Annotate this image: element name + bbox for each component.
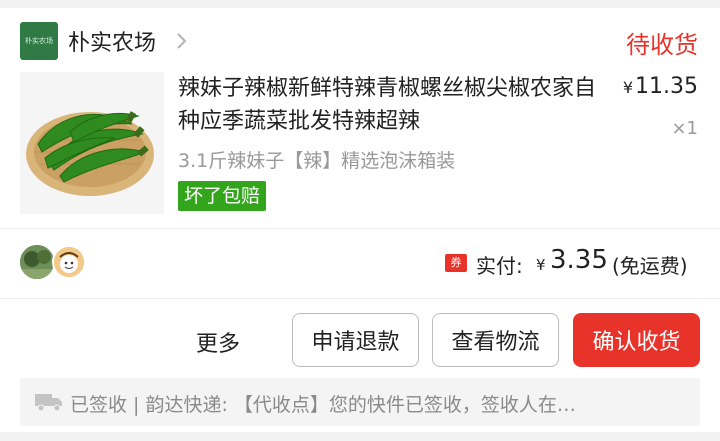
avatar-cartoon-image <box>54 247 84 277</box>
shipping-note: (免运费) <box>612 254 688 278</box>
view-logistics-button[interactable]: 查看物流 <box>432 313 559 367</box>
avatar <box>52 245 86 279</box>
chevron-right-icon[interactable] <box>176 32 188 50</box>
product-image[interactable] <box>20 72 164 214</box>
top-separator <box>0 0 720 8</box>
price-currency: ¥ <box>622 78 634 97</box>
coupon-icon: 券 <box>445 254 467 272</box>
shop-header[interactable]: 朴实农场 朴实农场 待收货 <box>0 8 720 66</box>
shop-logo[interactable]: 朴实农场 <box>20 22 58 60</box>
divider <box>0 298 720 299</box>
chili-basket-image <box>20 72 164 214</box>
truck-icon <box>35 394 62 412</box>
payment-label: 实付: <box>476 254 523 278</box>
refund-button[interactable]: 申请退款 <box>292 313 419 367</box>
product-title[interactable]: 辣妹子辣椒新鲜特辣青椒螺丝椒尖椒农家自种应季蔬菜批发特辣超辣 <box>178 72 608 138</box>
payment-amount: 3.35 <box>550 245 608 275</box>
divider <box>0 228 720 229</box>
service-tag: 坏了包赔 <box>178 181 267 211</box>
price-value: 11.35 <box>635 74 698 99</box>
confirm-receipt-button[interactable]: 确认收货 <box>573 313 700 367</box>
shop-logo-text: 朴实农场 <box>25 37 53 45</box>
shop-name[interactable]: 朴实农场 <box>68 25 156 57</box>
logistics-summary[interactable]: 已签收 | 韵达快递: 【代收点】您的快件已签收，签收人在… <box>20 378 700 426</box>
order-status: 待收货 <box>626 31 698 59</box>
avatar-landscape-image <box>20 245 54 279</box>
logistics-text: 已签收 | 韵达快递: 【代收点】您的快件已签收，签收人在… <box>70 394 576 416</box>
bottom-separator <box>0 432 720 441</box>
payment-currency: ¥ <box>536 256 546 274</box>
product-quantity: ×1 <box>671 118 698 139</box>
more-button[interactable]: 更多 <box>196 326 240 358</box>
product-price: ¥11.35 <box>623 74 698 99</box>
product-spec: 3.1斤辣妹子【辣】精选泡沫箱装 <box>178 150 456 172</box>
avatar <box>20 245 54 279</box>
